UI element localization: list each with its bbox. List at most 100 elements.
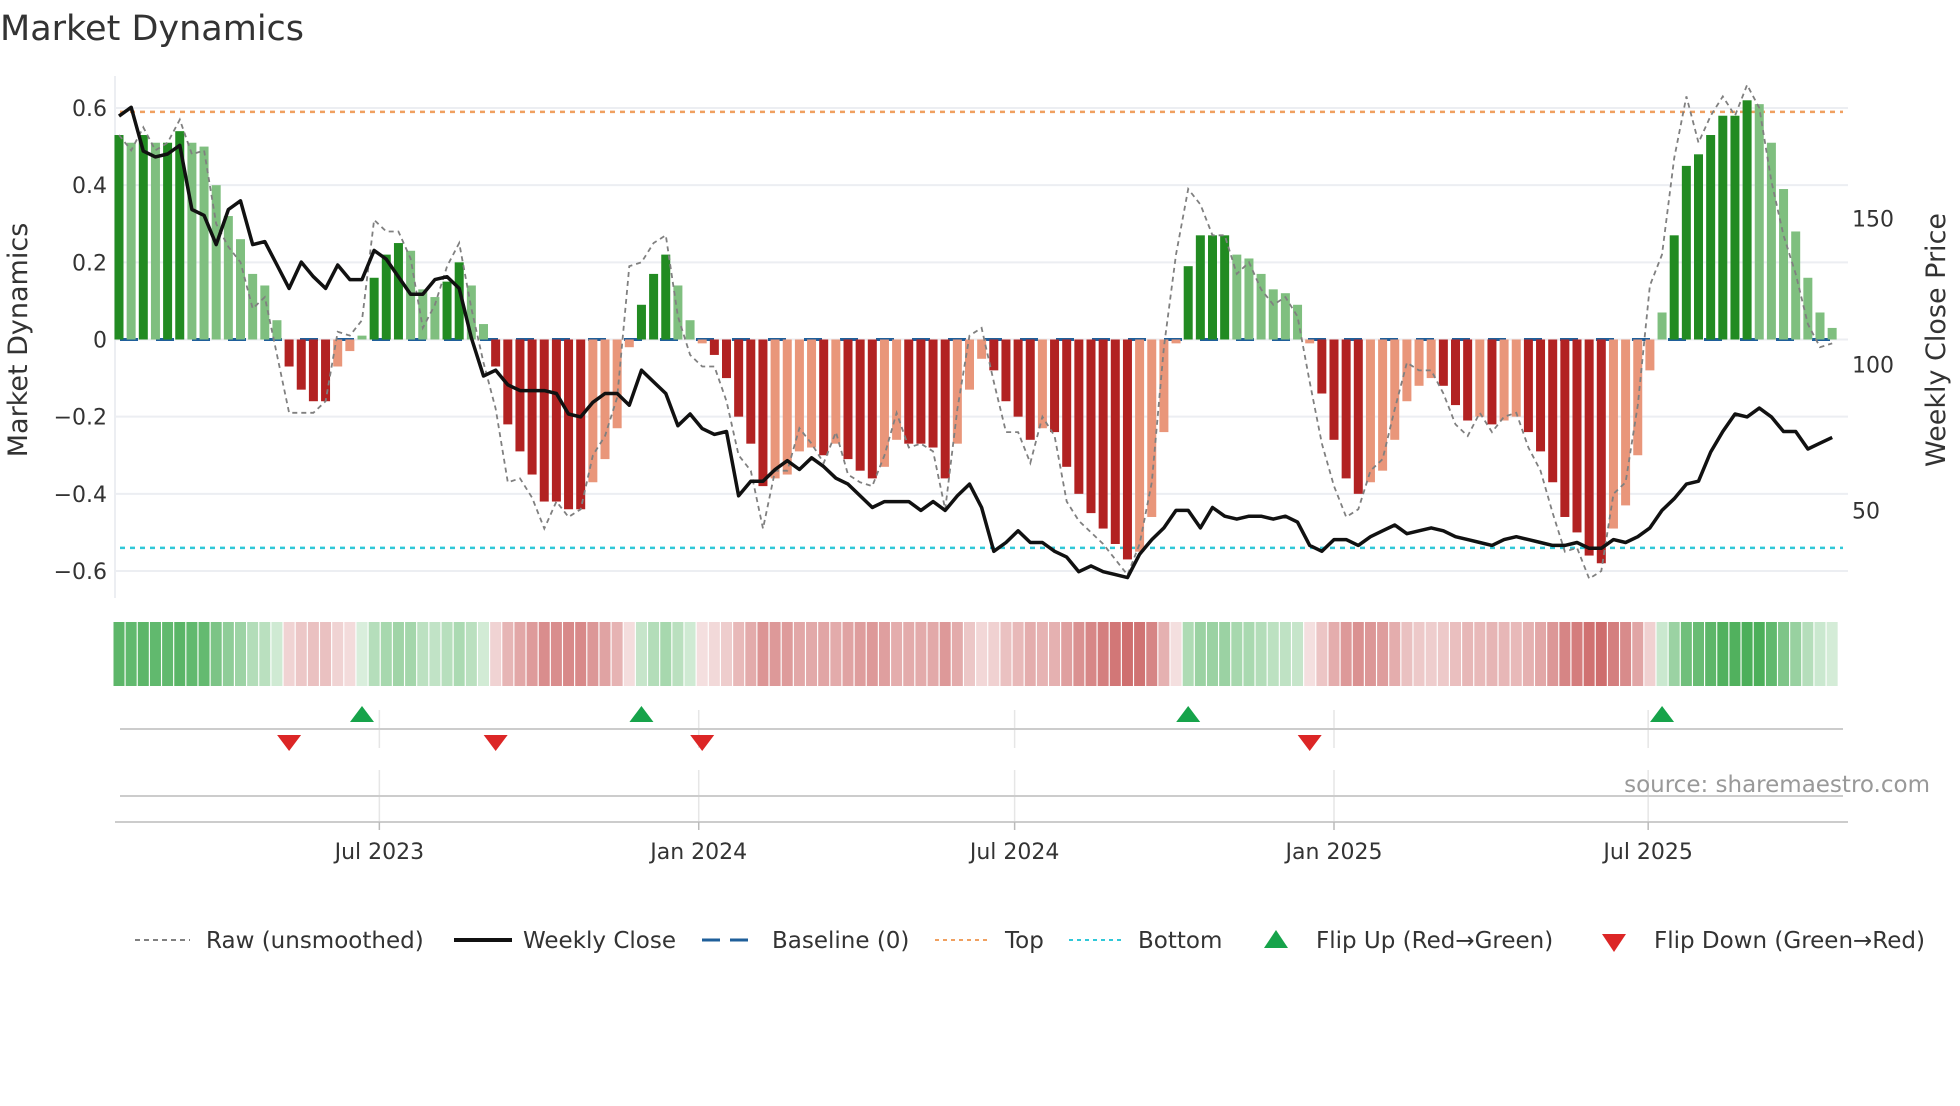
momentum-bar: [1013, 339, 1023, 417]
momentum-bar: [515, 339, 525, 452]
momentum-bar: [1487, 339, 1497, 425]
momentum-bar: [928, 339, 938, 448]
heat-cell: [866, 622, 878, 686]
heat-cell: [635, 622, 647, 686]
heat-cell: [1073, 622, 1085, 686]
momentum-bar: [1706, 135, 1716, 340]
heat-cell: [1510, 622, 1522, 686]
heat-cell: [1826, 622, 1838, 686]
momentum-bar: [1135, 339, 1145, 552]
x-tick-label: Jul 2024: [968, 840, 1060, 865]
momentum-bar: [734, 339, 744, 417]
momentum-bar: [1572, 339, 1582, 533]
momentum-bar: [916, 339, 926, 444]
heat-cell: [745, 622, 757, 686]
momentum-bar: [1718, 115, 1728, 340]
heat-cell: [878, 622, 890, 686]
momentum-bar: [1365, 339, 1375, 483]
legend-top-label: Top: [1004, 928, 1044, 954]
y2-tick-label: 50: [1852, 499, 1880, 524]
heat-cell: [465, 622, 477, 686]
heat-cell: [125, 622, 137, 686]
heat-cell: [769, 622, 781, 686]
momentum-heat-strip: [113, 622, 1838, 686]
x-tick-label: Jul 2025: [1601, 840, 1693, 865]
flip-down-marker: [483, 735, 508, 751]
momentum-bar: [1596, 339, 1606, 564]
momentum-bar: [576, 339, 586, 510]
momentum-bar: [223, 216, 233, 340]
momentum-bar: [1025, 339, 1035, 440]
heat-cell: [514, 622, 526, 686]
momentum-bar: [1791, 231, 1801, 340]
momentum-bar: [612, 339, 622, 429]
heat-cell: [174, 622, 186, 686]
heat-cell: [1316, 622, 1328, 686]
heat-cell: [1146, 622, 1158, 686]
heat-cell: [344, 622, 356, 686]
heat-cell: [1693, 622, 1704, 686]
momentum-bar: [418, 289, 428, 340]
heat-cell: [1061, 622, 1073, 686]
flip-down-marker: [1297, 735, 1322, 751]
momentum-bar: [479, 324, 488, 340]
momentum-bar: [892, 339, 902, 440]
heat-cell: [392, 622, 404, 686]
heat-cell: [1255, 622, 1267, 686]
y-tick-label: −0.6: [54, 560, 107, 585]
heat-cell: [1194, 622, 1206, 686]
heat-cell: [320, 622, 332, 686]
momentum-bar: [1098, 339, 1108, 529]
heat-cell: [1595, 622, 1607, 686]
momentum-bar: [539, 339, 549, 502]
momentum-bar: [807, 339, 817, 448]
momentum-bar: [1293, 304, 1303, 340]
heat-cell: [1814, 622, 1826, 686]
legend: Raw (unsmoothed) Weekly Close Baseline (…: [135, 928, 1925, 954]
momentum-bar: [1827, 327, 1837, 340]
heat-cell: [1522, 622, 1534, 686]
momentum-bar: [794, 339, 804, 452]
heat-cell: [1741, 622, 1753, 686]
momentum-bar: [1001, 339, 1011, 402]
momentum-bar: [1195, 235, 1205, 340]
heat-cell: [247, 622, 259, 686]
momentum-bar: [867, 339, 877, 479]
momentum-bar: [624, 339, 634, 348]
momentum-bar: [187, 142, 197, 340]
momentum-bar: [163, 142, 173, 340]
heat-cell: [1231, 622, 1243, 686]
heat-cell: [1012, 622, 1024, 686]
momentum-bar: [1499, 339, 1509, 421]
momentum-bar: [1451, 339, 1460, 406]
momentum-bar: [879, 339, 889, 467]
momentum-bar: [1694, 154, 1703, 340]
heat-cell: [1717, 622, 1729, 686]
momentum-bar: [904, 339, 914, 444]
momentum-bar: [722, 339, 731, 379]
heat-cell: [563, 622, 575, 686]
heat-cell: [538, 622, 550, 686]
heat-cell: [1559, 622, 1571, 686]
heat-cell: [1425, 622, 1437, 686]
momentum-bar: [709, 339, 719, 355]
heat-cell: [1778, 622, 1790, 686]
heat-cell: [1267, 622, 1279, 686]
momentum-bar: [1074, 339, 1084, 494]
heat-cell: [793, 622, 805, 686]
momentum-bar: [1475, 339, 1485, 417]
heat-cell: [1765, 622, 1777, 686]
heat-cell: [478, 622, 489, 686]
heat-cell: [380, 622, 392, 686]
heat-cell: [1644, 622, 1656, 686]
heat-cell: [927, 622, 939, 686]
momentum-bar: [1548, 339, 1558, 483]
heat-cell: [721, 622, 732, 686]
heat-cell: [1680, 622, 1692, 686]
heat-cell: [1219, 622, 1231, 686]
momentum-bar: [333, 339, 343, 367]
heat-cell: [842, 622, 854, 686]
heat-cell: [1024, 622, 1036, 686]
heat-cell: [453, 622, 465, 686]
flip-markers-panel: [115, 706, 1848, 823]
